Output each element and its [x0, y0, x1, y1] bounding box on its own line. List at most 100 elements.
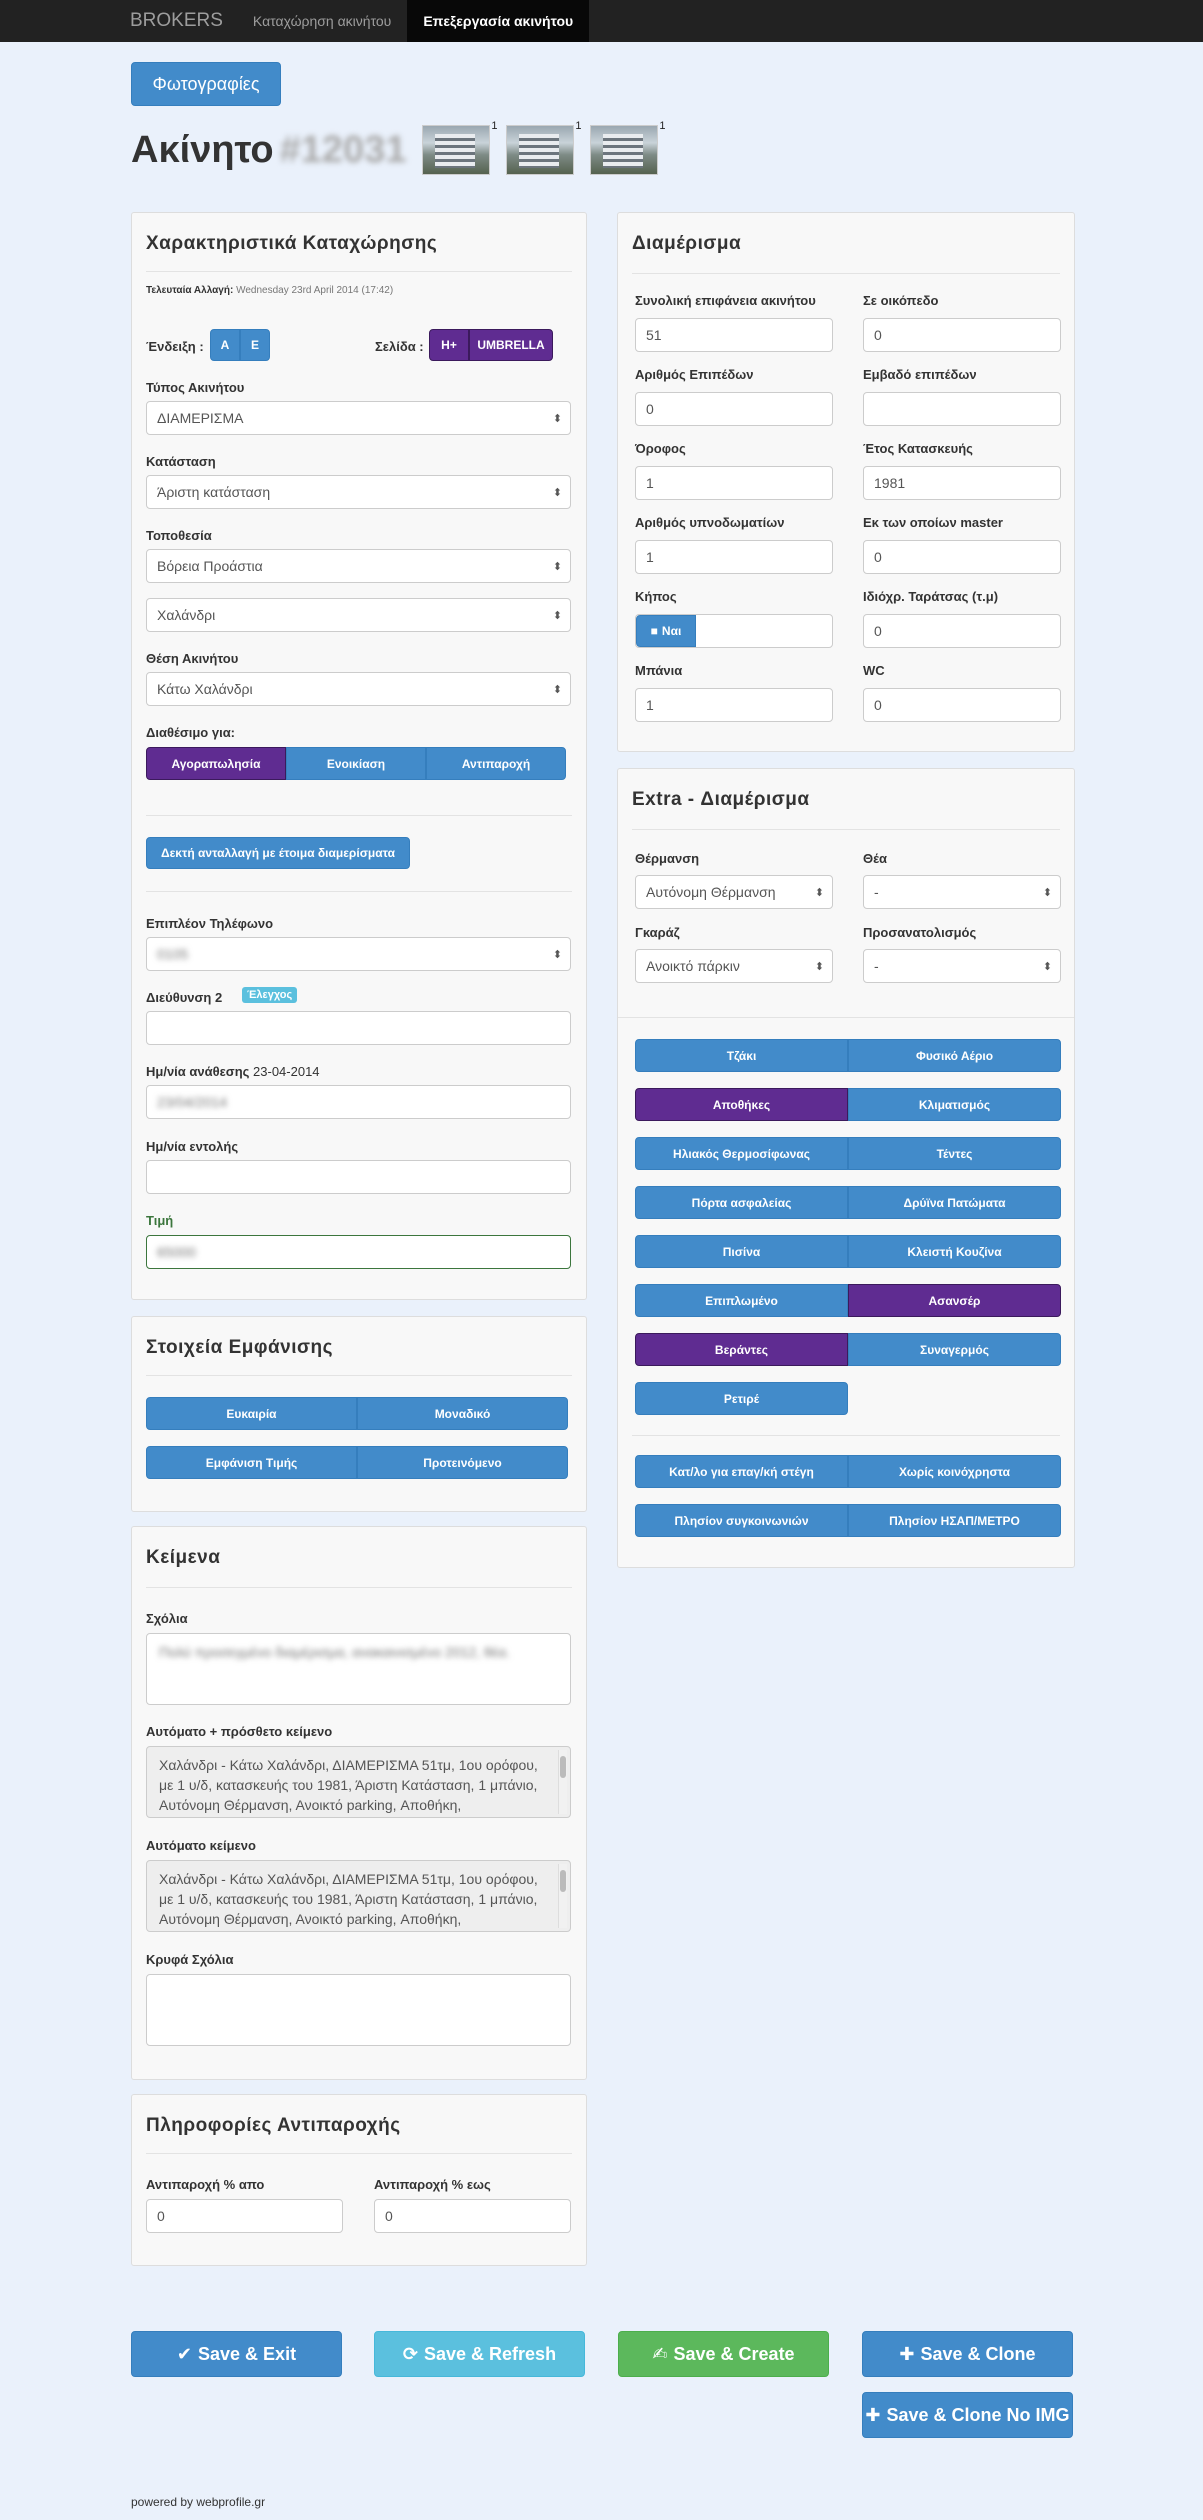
save-clone-button[interactable]: ✚ Save & Clone	[862, 2331, 1073, 2377]
auto-plus-textarea[interactable]: Χαλάνδρι - Κάτω Χαλάνδρι, ΔΙΑΜΕΡΙΣΜΑ 51τ…	[146, 1746, 571, 1818]
feature-ac[interactable]: Κλιματισμός	[848, 1088, 1061, 1121]
assign-label: Ημ/νία ανάθεσης	[146, 1064, 250, 1079]
save-create-button[interactable]: ✍ Save & Create	[618, 2331, 829, 2377]
feature-awnings[interactable]: Τέντες	[848, 1137, 1061, 1170]
garden-input[interactable]: ■ Ναι	[635, 614, 833, 648]
master-input[interactable]: 0	[863, 540, 1061, 574]
plot-input[interactable]: 0	[863, 318, 1061, 352]
avail-exchange-button[interactable]: Αντιπαροχή	[426, 747, 566, 780]
recommended-button[interactable]: Προτεινόμενο	[357, 1446, 568, 1479]
nav-edit-property[interactable]: Επεξεργασία ακινήτου	[407, 0, 590, 42]
garden-yes-button[interactable]: ■ Ναι	[636, 615, 696, 647]
feature-solar-heater[interactable]: Ηλιακός Θερμοσίφωνας	[635, 1137, 848, 1170]
feature-no-shared-costs[interactable]: Χωρίς κοινόχρηστα	[848, 1455, 1061, 1488]
save-clone-noimg-button[interactable]: ✚ Save & Clone No IMG	[862, 2392, 1073, 2438]
feature-elevator[interactable]: Ασανσέρ	[848, 1284, 1061, 1317]
opportunity-button[interactable]: Ευκαιρία	[146, 1397, 357, 1430]
top-navbar: BROKERS Καταχώρηση ακινήτου Επεξεργασία …	[0, 0, 1203, 42]
comments-value: Πολύ προσεγμένο διαμέρισμα, ανακαινισμέν…	[159, 1644, 510, 1660]
order-date-input[interactable]	[146, 1160, 571, 1194]
feature-alarm[interactable]: Συναγερμός	[848, 1333, 1061, 1366]
exchange-to-input[interactable]: 0	[374, 2199, 571, 2233]
bedrooms-label: Αριθμός υπνοδωματίων	[635, 515, 785, 530]
levels-area-input[interactable]	[863, 392, 1061, 426]
terrace-input[interactable]: 0	[863, 614, 1061, 648]
last-change: Τελευταία Αλλαγή: Wednesday 23rd April 2…	[146, 285, 393, 296]
phone-select[interactable]: 0105	[146, 937, 571, 971]
garage-select[interactable]: Ανοικτό πάρκιν	[635, 949, 833, 983]
year-input[interactable]: 1981	[863, 466, 1061, 500]
indication-e-button[interactable]: E	[240, 329, 270, 361]
assign-value: 23/04/2014	[157, 1094, 228, 1110]
last-change-value: Wednesday 23rd April 2014 (17:42)	[236, 285, 394, 296]
orient-label: Προσανατολισμός	[863, 925, 977, 940]
save-exit-button[interactable]: ✔ Save & Exit	[131, 2331, 342, 2377]
brand-logo[interactable]: BROKERS	[0, 0, 237, 42]
refresh-icon: ⟳	[402, 2343, 418, 2364]
title-label: Ακίνητο	[131, 128, 274, 171]
view-select[interactable]: -	[863, 875, 1061, 909]
address2-input[interactable]	[146, 1011, 571, 1045]
position-select[interactable]: Κάτω Χαλάνδρι	[146, 672, 571, 706]
edit-check-icon: ✍	[652, 2343, 668, 2364]
price-input[interactable]: 65000	[146, 1235, 571, 1269]
bedrooms-input[interactable]: 1	[635, 540, 833, 574]
exchange-from-input[interactable]: 0	[146, 2199, 343, 2233]
unique-button[interactable]: Μοναδικό	[357, 1397, 568, 1430]
feature-oak-floors[interactable]: Δρύϊνα Πατώματα	[848, 1186, 1061, 1219]
total-area-input[interactable]: 51	[635, 318, 833, 352]
orient-select[interactable]: -	[863, 949, 1061, 983]
heating-select[interactable]: Αυτόνομη Θέρμανση	[635, 875, 833, 909]
feature-pool[interactable]: Πισίνα	[635, 1235, 848, 1268]
feature-penthouse[interactable]: Ρετιρέ	[635, 1382, 848, 1415]
extra-panel: Extra - Διαμέρισμα Θέρμανση Αυτόνομη Θέρ…	[617, 768, 1075, 1568]
terrace-label: Ιδιόχρ. Ταράτσας (τ.μ)	[863, 589, 999, 604]
feature-closed-kitchen[interactable]: Κλειστή Κουζίνα	[848, 1235, 1061, 1268]
addr-check-badge[interactable]: Έλεγχος	[242, 987, 298, 1003]
levels-input[interactable]: 0	[635, 392, 833, 426]
assign-date-input[interactable]: 23/04/2014	[146, 1085, 571, 1119]
avail-rent-button[interactable]: Ενοικίαση	[286, 747, 426, 780]
feature-security-door[interactable]: Πόρτα ασφαλείας	[635, 1186, 848, 1219]
position-label: Θέση Ακινήτου	[146, 651, 239, 666]
location-sub-select[interactable]: Χαλάνδρι	[146, 598, 571, 632]
comments-textarea[interactable]: Πολύ προσεγμένο διαμέρισμα, ανακαινισμέν…	[146, 1633, 571, 1705]
nav-add-property[interactable]: Καταχώρηση ακινήτου	[237, 0, 407, 42]
show-price-button[interactable]: Εμφάνιση Τιμής	[146, 1446, 357, 1479]
save-refresh-button[interactable]: ⟳ Save & Refresh	[374, 2331, 585, 2377]
exchange-to-label: Αντιπαροχή % εως	[374, 2177, 491, 2192]
wc-input[interactable]: 0	[863, 688, 1061, 722]
baths-input[interactable]: 1	[635, 688, 833, 722]
apartment-heading: Διαμέρισμα	[632, 233, 742, 254]
indication-a-button[interactable]: A	[210, 329, 240, 361]
footer-credit[interactable]: powered by webprofile.gr	[131, 2495, 265, 2509]
feature-furnished[interactable]: Επιπλωμένο	[635, 1284, 848, 1317]
feature-verandas[interactable]: Βεράντες	[635, 1333, 848, 1366]
floor-input[interactable]: 1	[635, 466, 833, 500]
hidden-comments-textarea[interactable]	[146, 1974, 571, 2046]
accept-exchange-button[interactable]: Δεκτή ανταλλαγή με έτοιμα διαμερίσματα	[146, 837, 410, 869]
page-hplus-button[interactable]: H+	[429, 329, 469, 361]
scrollbar[interactable]	[558, 1750, 567, 1814]
auto-textarea[interactable]: Χαλάνδρι - Κάτω Χαλάνδρι, ΔΙΑΜΕΡΙΣΜΑ 51τ…	[146, 1860, 571, 1932]
location-select[interactable]: Βόρεια Προάστια	[146, 549, 571, 583]
type-select[interactable]: ΔΙΑΜΕΡΙΣΜΑ	[146, 401, 571, 435]
feature-natural-gas[interactable]: Φυσικό Αέριο	[848, 1039, 1061, 1072]
photos-button[interactable]: Φωτογραφίες	[131, 62, 281, 106]
feature-fireplace[interactable]: Τζάκι	[635, 1039, 848, 1072]
page-umbrella-button[interactable]: UMBRELLA	[469, 329, 553, 361]
feature-near-metro[interactable]: Πλησίον ΗΣΑΠ/ΜΕΤΡΟ	[848, 1504, 1061, 1537]
avail-sale-button[interactable]: Αγοραπωλησία	[146, 747, 286, 780]
photo-thumbnail[interactable]: 1	[506, 120, 581, 175]
feature-professional-use[interactable]: Κατ/λο για επαγ/κή στέγη	[635, 1455, 848, 1488]
location-label: Τοποθεσία	[146, 528, 212, 543]
condition-select[interactable]: Άριστη κατάσταση	[146, 475, 571, 509]
property-id: #12031	[279, 128, 407, 171]
scrollbar[interactable]	[558, 1864, 567, 1928]
photo-thumbnail[interactable]: 1	[422, 120, 497, 175]
photo-thumbnail[interactable]: 1	[590, 120, 665, 175]
feature-storage[interactable]: Αποθήκες	[635, 1088, 848, 1121]
auto-label: Αυτόματο κείμενο	[146, 1838, 256, 1853]
thumb-count: 1	[575, 120, 582, 132]
feature-near-transport[interactable]: Πλησίον συγκοινωνιών	[635, 1504, 848, 1537]
